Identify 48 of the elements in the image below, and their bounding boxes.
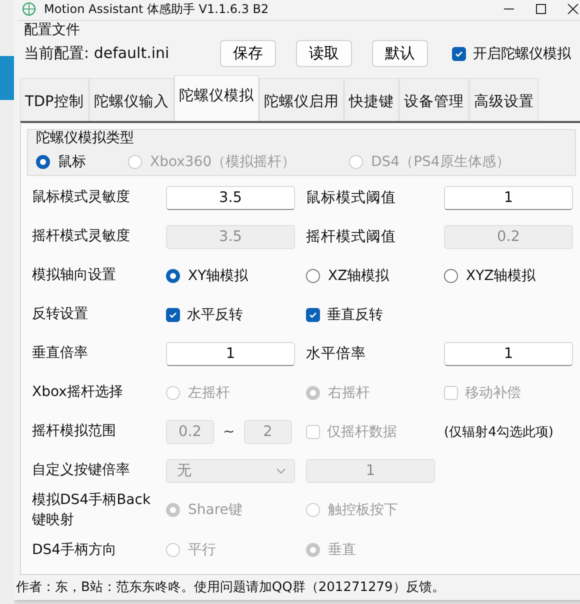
hint-text: (仅辐射4勾选此项) (444, 424, 554, 440)
setting-label: 摇杆模拟范围 (32, 422, 117, 442)
range-separator: ~ (223, 424, 235, 440)
setting-label: 摇杆模式阈值 (306, 228, 396, 246)
setting-label: 鼠标模式阈值 (306, 189, 396, 207)
setting-label: DS4手柄方向 (32, 540, 118, 560)
tab[interactable]: 陀螺仪输入 (88, 78, 174, 121)
check-icon (308, 310, 318, 320)
checkbox[interactable]: 垂直反转 (306, 306, 383, 324)
radio-option[interactable]: XYZ轴模拟 (444, 266, 536, 284)
status-text: 作者：东，B站：范东东咚咚。使用问题请加QQ群（201271279）反馈。 (16, 580, 445, 595)
setting-label: 模拟轴向设置 (32, 266, 117, 286)
number-field[interactable]: 1 (444, 342, 573, 366)
setting-label: 自定义按键倍率 (32, 461, 131, 480)
tab[interactable]: 设备管理 (398, 78, 469, 121)
check-icon (168, 310, 178, 320)
maximize-icon[interactable] (535, 4, 547, 14)
radio-option[interactable]: 鼠标 (36, 153, 128, 171)
radio-option[interactable]: XY轴模拟 (166, 266, 248, 284)
number-field[interactable]: 1 (166, 342, 295, 366)
setting-label: Xbox摇杆选择 (32, 383, 124, 402)
setting-label: 水平倍率 (306, 344, 366, 363)
tab[interactable]: TDP控制 (20, 78, 89, 121)
number-field[interactable]: 1 (444, 186, 573, 210)
radio-option[interactable]: XZ轴模拟 (306, 266, 390, 284)
tab[interactable]: 陀螺仪模拟 (174, 75, 259, 121)
checkbox[interactable]: 水平反转 (166, 306, 243, 324)
globe-icon (22, 2, 36, 16)
caret-icon (276, 468, 286, 474)
config-button[interactable]: 保存 (220, 40, 276, 67)
setting-label: 鼠标模式灵敏度 (32, 188, 131, 208)
check-icon (454, 48, 464, 58)
tab[interactable]: 快捷键 (344, 78, 399, 121)
setting-label: 摇杆模式灵敏度 (32, 227, 131, 246)
current-config-label: 当前配置: default.ini (24, 44, 170, 63)
window-title: Motion Assistant 体感助手 V1.1.6.3 B2 (44, 0, 269, 18)
setting-label: 反转设置 (32, 305, 89, 324)
setting-label: 模拟DS4手柄Back键映射 (32, 491, 152, 530)
setting-label: 垂直倍率 (32, 344, 89, 364)
config-button[interactable]: 读取 (296, 40, 352, 67)
number-field[interactable]: 3.5 (166, 186, 295, 210)
group-title: 陀螺仪模拟类型 (36, 129, 134, 147)
close-icon[interactable] (567, 4, 579, 14)
group-title: 配置文件 (24, 21, 80, 39)
gyro-toggle-checkbox[interactable]: 开启陀螺仪模拟 (452, 44, 571, 62)
config-button[interactable]: 默认 (372, 40, 428, 67)
tab[interactable]: 高级设置 (468, 78, 539, 121)
tab[interactable]: 陀螺仪启用 (258, 78, 344, 121)
